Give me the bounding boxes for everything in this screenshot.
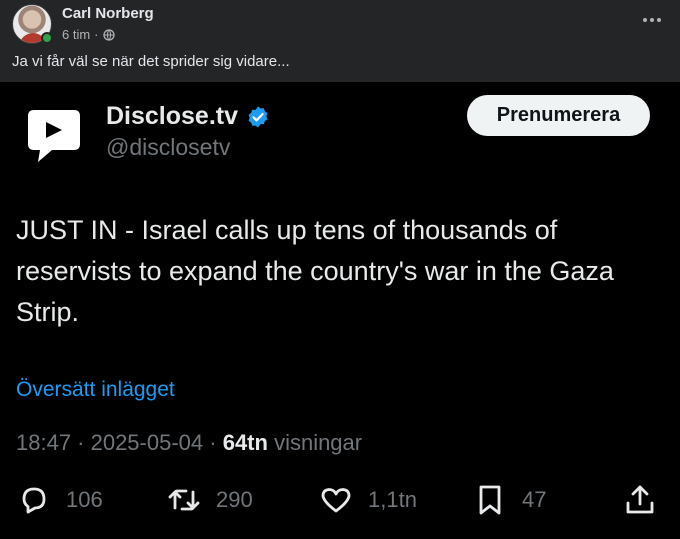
reply-count: 106 [66, 487, 103, 512]
like-count: 1,1tn [368, 487, 417, 512]
reply-button[interactable]: 106 [16, 478, 103, 522]
tweet-meta: 18:47 · 2025-05-04 · 64tn visningar [16, 430, 362, 456]
views-label: visningar [267, 430, 363, 455]
post-meta: 6 tim · [62, 27, 115, 42]
subscribe-button[interactable]: Prenumerera [467, 95, 650, 136]
share-button[interactable] [622, 478, 658, 522]
translate-post-link[interactable]: Översätt inlägget [16, 378, 175, 402]
tweet-screenshot[interactable]: Disclose.tv @disclosetv Prenumerera JUST… [0, 82, 680, 539]
views-count: 64tn [222, 430, 268, 455]
post-caption: Ja vi får väl se när det sprider sig vid… [12, 53, 290, 70]
heart-icon [321, 488, 351, 513]
repost-count: 290 [216, 487, 253, 512]
tweet-action-bar: 106 290 1,1tn 47 [0, 478, 680, 522]
display-name-text: Disclose.tv [106, 102, 239, 130]
verified-badge-icon [248, 106, 268, 127]
bookmark-button[interactable]: 47 [472, 478, 546, 522]
share-icon [626, 485, 654, 514]
tweet-timestamp: 18:47 · 2025-05-04 · [16, 430, 223, 455]
post-time[interactable]: 6 tim [62, 27, 90, 42]
reply-icon [22, 487, 46, 514]
disclosetv-logo-icon [28, 110, 80, 162]
more-options-button[interactable] [640, 8, 664, 32]
author-name[interactable]: Carl Norberg [62, 5, 154, 22]
like-button[interactable]: 1,1tn [318, 478, 417, 522]
repost-button[interactable]: 290 [166, 478, 253, 522]
bookmark-count: 47 [522, 487, 547, 512]
bookmark-icon [479, 485, 501, 515]
tweet-handle[interactable]: @disclosetv [106, 134, 230, 161]
repost-icon [168, 489, 200, 511]
post-header: Carl Norberg 6 tim · Ja vi får väl se nä… [0, 0, 680, 82]
globe-icon [102, 28, 115, 41]
more-options-icon [643, 18, 661, 22]
tweet-display-name[interactable]: Disclose.tv [106, 102, 270, 131]
meta-separator: · [94, 27, 99, 42]
tweet-text: JUST IN - Israel calls up tens of thousa… [16, 215, 614, 327]
online-status-indicator [41, 32, 53, 44]
